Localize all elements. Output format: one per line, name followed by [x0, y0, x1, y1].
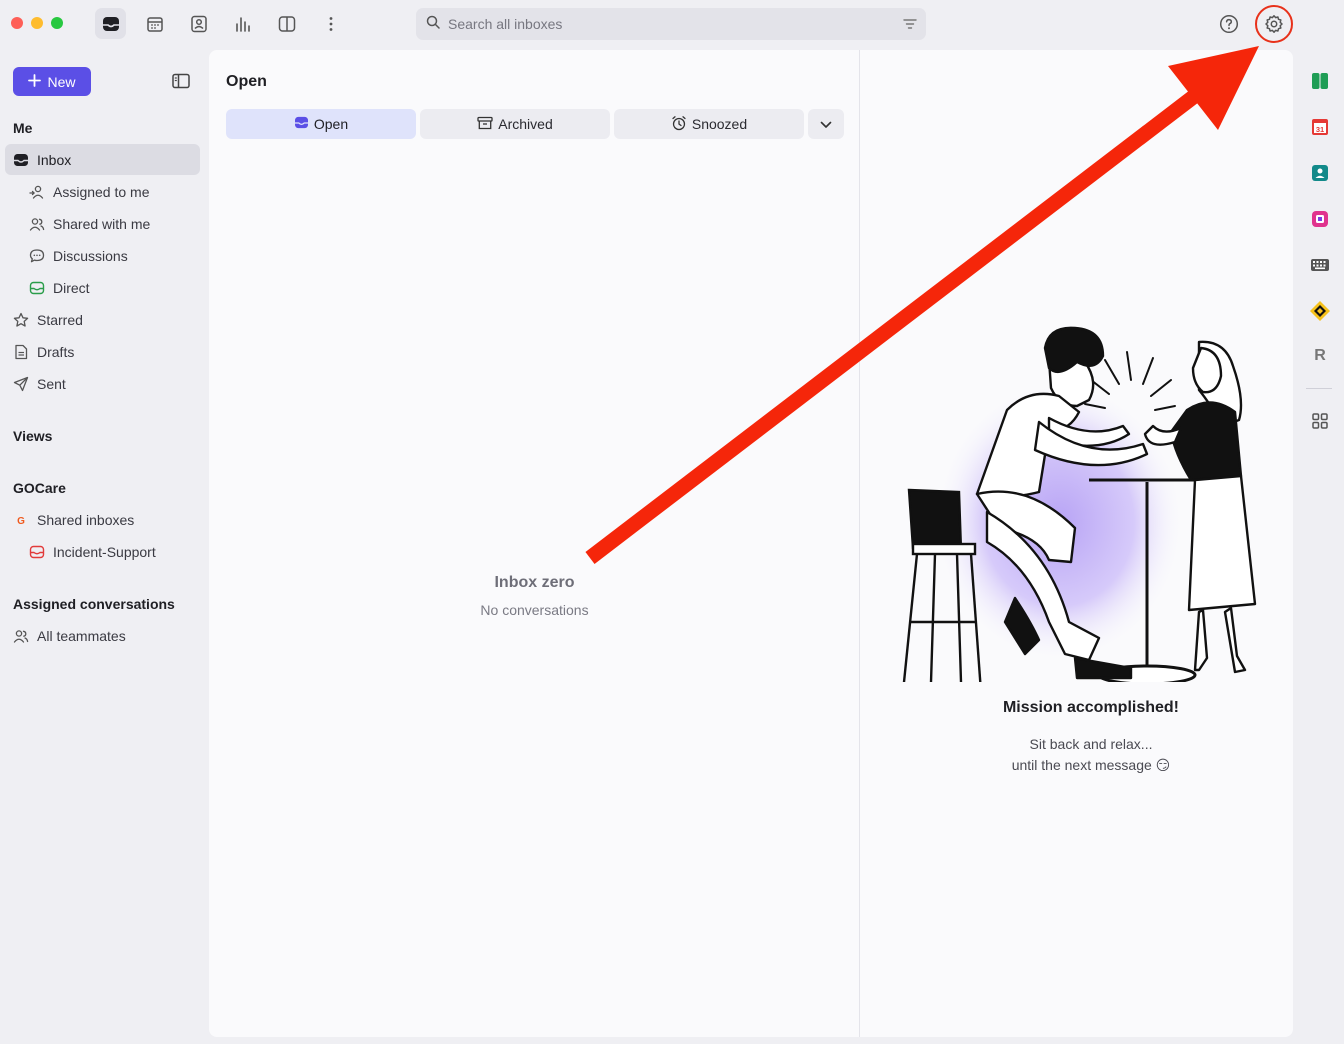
tab-open[interactable]: Open	[226, 109, 416, 139]
sidebar-item-label: Assigned to me	[53, 183, 150, 200]
tab-label: Archived	[498, 116, 553, 132]
top-bar	[0, 0, 1344, 48]
sidebar-item-shared-inboxes[interactable]: G Shared inboxes	[5, 504, 200, 535]
star-icon	[13, 312, 29, 328]
sidebar-item-label: Incident-Support	[53, 543, 156, 560]
sidebar-item-assigned-to-me[interactable]: Assigned to me	[5, 176, 200, 207]
keyboard-icon[interactable]	[1308, 253, 1332, 277]
sidebar-item-drafts[interactable]: Drafts	[5, 336, 200, 367]
close-window-button[interactable]	[11, 17, 23, 29]
detail-pane: Mission accomplished! Sit back and relax…	[861, 50, 1293, 1037]
users-icon	[13, 628, 29, 644]
section-assigned-title: Assigned conversations	[13, 596, 175, 612]
sidebar-item-label: Sent	[37, 375, 66, 392]
tabs-more-dropdown[interactable]	[808, 109, 844, 139]
inbox-icon	[13, 152, 29, 168]
green-book-app-icon[interactable]	[1308, 69, 1332, 93]
contacts-app-icon[interactable]	[183, 8, 214, 39]
page-title: Open	[226, 73, 267, 90]
sidebar-item-label: Shared with me	[53, 215, 151, 232]
inbox-icon	[294, 116, 309, 132]
sidebar-item-incident-support[interactable]: Incident-Support	[5, 536, 200, 567]
settings-gear-icon[interactable]	[1255, 5, 1293, 43]
search-icon	[426, 15, 440, 34]
document-icon	[13, 344, 29, 360]
section-org-title: GOCare	[13, 480, 66, 496]
mission-line-1: Sit back and relax...	[1029, 736, 1153, 752]
main-panel: Open Open Archived Snoozed Inbox zero No…	[209, 50, 1293, 1037]
sidebar-item-all-teammates[interactable]: All teammates	[5, 620, 200, 651]
rail-divider	[1306, 388, 1332, 389]
empty-state-title: Inbox zero	[494, 574, 575, 591]
section-views-title: Views	[13, 428, 53, 444]
letter-r-app-icon[interactable]: R	[1308, 344, 1332, 368]
empty-state-subtitle: No conversations	[480, 602, 589, 618]
minimize-window-button[interactable]	[31, 17, 43, 29]
google-calendar-app-icon[interactable]: 31	[1308, 115, 1332, 139]
users-icon	[29, 216, 45, 232]
filter-icon[interactable]	[902, 16, 918, 37]
sidebar-item-label: Discussions	[53, 247, 128, 264]
app-grid-icon[interactable]	[1308, 409, 1332, 433]
mission-title: Mission accomplished!	[1002, 699, 1180, 716]
pink-app-icon[interactable]	[1308, 207, 1332, 231]
analytics-app-icon[interactable]	[227, 8, 258, 39]
sidebar-item-inbox[interactable]: Inbox	[5, 144, 200, 175]
green-inbox-icon	[29, 280, 45, 296]
sidebar-toggle-icon[interactable]	[171, 72, 191, 95]
red-inbox-icon	[29, 544, 45, 560]
chevron-down-icon	[820, 116, 832, 132]
alarm-clock-icon	[671, 115, 687, 134]
archive-box-icon	[477, 116, 493, 133]
sidebar-item-shared-with-me[interactable]: Shared with me	[5, 208, 200, 239]
sidebar-item-label: Inbox	[37, 151, 72, 168]
tab-snoozed[interactable]: Snoozed	[614, 109, 804, 139]
app-rail: 31 R	[1296, 50, 1344, 1044]
sidebar-item-label: Starred	[37, 311, 83, 328]
chat-bubble-icon	[29, 248, 45, 264]
new-button-label: New	[47, 73, 76, 90]
new-message-button[interactable]: New	[13, 67, 91, 96]
contact-card-app-icon[interactable]	[1308, 161, 1332, 185]
yellow-diamond-app-icon[interactable]	[1308, 299, 1332, 323]
sidebar-item-label: Shared inboxes	[37, 511, 135, 528]
mission-subtitle: Sit back and relax... until the next mes…	[861, 734, 1321, 776]
mission-line-2: until the next message 😏	[1011, 757, 1171, 773]
tab-archived[interactable]: Archived	[420, 109, 610, 139]
sidebar-item-starred[interactable]: Starred	[5, 304, 200, 335]
sidebar-item-sent[interactable]: Sent	[5, 368, 200, 399]
svg-text:G: G	[17, 516, 25, 526]
sidebar-item-label: All teammates	[37, 627, 126, 644]
plus-icon	[28, 73, 42, 90]
assign-user-icon	[29, 184, 45, 200]
sidebar-item-label: Direct	[53, 279, 90, 296]
search-bar[interactable]	[416, 8, 926, 40]
org-g-icon: G	[13, 512, 29, 528]
inbox-app-icon[interactable]	[95, 8, 126, 39]
sidebar-item-direct[interactable]: Direct	[5, 272, 200, 303]
section-me-title: Me	[13, 120, 33, 136]
help-icon[interactable]	[1216, 11, 1242, 37]
sidebar: New Me Inbox Assigned to me Shared with …	[0, 50, 208, 1044]
letter-r-label: R	[1314, 347, 1326, 364]
tab-label: Open	[313, 116, 349, 132]
sidebar-item-label: Drafts	[37, 343, 75, 360]
celebration-illustration	[902, 326, 1257, 682]
calendar-day-label: 31	[1316, 125, 1324, 134]
more-options-icon[interactable]	[315, 8, 346, 39]
tab-label: Snoozed	[691, 116, 748, 132]
paper-plane-icon	[13, 376, 29, 392]
search-input[interactable]	[448, 16, 878, 32]
split-view-icon[interactable]	[271, 8, 302, 39]
calendar-app-icon[interactable]	[139, 8, 170, 39]
zoom-window-button[interactable]	[51, 17, 63, 29]
sidebar-item-discussions[interactable]: Discussions	[5, 240, 200, 271]
conversation-list-pane: Open Open Archived Snoozed Inbox zero No…	[209, 50, 860, 1037]
